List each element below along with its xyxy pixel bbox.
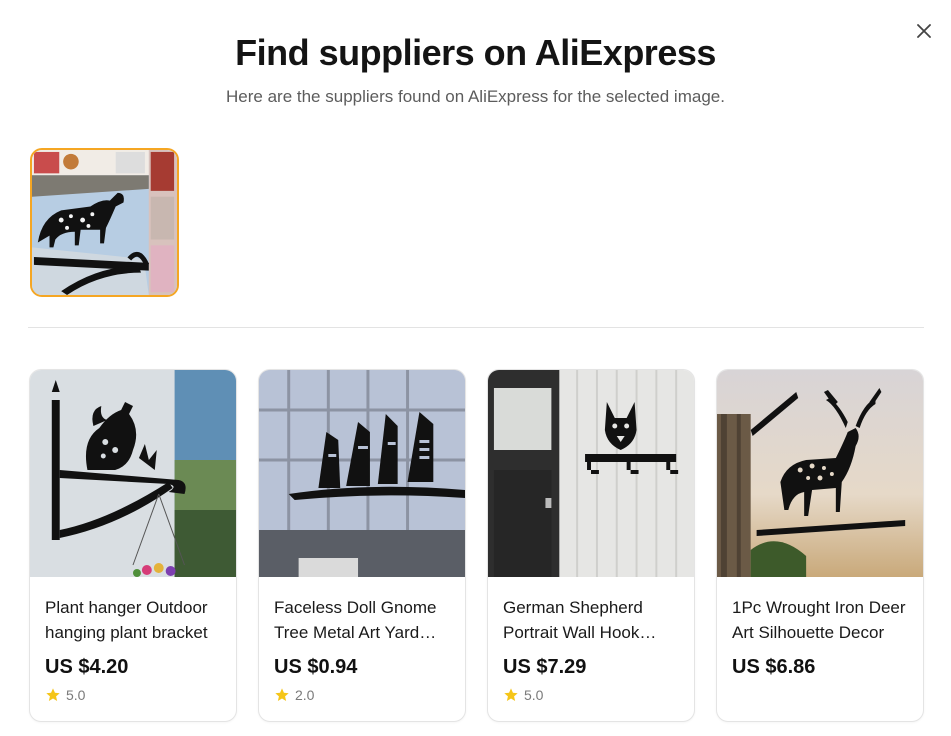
star-icon <box>275 688 289 701</box>
product-card[interactable]: Plant hanger Outdoor hanging plant brack… <box>29 369 237 722</box>
rating-value: 5.0 <box>524 687 544 703</box>
rating-value: 5.0 <box>66 687 86 703</box>
product-price: US $6.86 <box>732 656 816 678</box>
product-list: Plant hanger Outdoor hanging plant brack… <box>29 369 924 722</box>
product-card[interactable]: Faceless Doll Gnome Tree Metal Art Yard … <box>258 369 466 722</box>
product-title[interactable]: Faceless Doll Gnome Tree Metal Art Yard … <box>274 595 450 645</box>
star-icon <box>504 688 518 701</box>
selected-image-thumbnail[interactable] <box>30 148 179 297</box>
product-title[interactable]: 1Pc Wrought Iron Deer Art Silhouette Dec… <box>732 595 908 645</box>
dalmatian-plant-hanger-photo <box>32 150 177 295</box>
dialog-subtitle: Here are the suppliers found on AliExpre… <box>226 87 725 106</box>
dialog-title: Find suppliers on AliExpress <box>235 32 716 73</box>
star-icon <box>46 688 60 701</box>
product-price: US $4.20 <box>45 656 129 678</box>
product-rating: 5.0 <box>45 687 221 703</box>
product-card[interactable]: 1Pc Wrought Iron Deer Art Silhouette Dec… <box>716 369 924 722</box>
product-price: US $7.29 <box>503 656 587 678</box>
product-title[interactable]: German Shepherd Portrait Wall Hook Metal <box>503 595 679 645</box>
gnome-branch-metal-art-photo <box>259 370 465 577</box>
product-title[interactable]: Plant hanger Outdoor hanging plant brack… <box>45 595 221 645</box>
deer-silhouette-photo <box>717 370 923 577</box>
rooster-plant-hanger-photo <box>30 370 236 577</box>
product-card[interactable]: German Shepherd Portrait Wall Hook Metal… <box>487 369 695 722</box>
product-price: US $0.94 <box>274 656 358 678</box>
product-rating: 5.0 <box>503 687 679 703</box>
section-divider <box>28 327 924 328</box>
product-rating: 2.0 <box>274 687 450 703</box>
rating-value: 2.0 <box>295 687 315 703</box>
german-shepherd-wall-hook-photo <box>488 370 694 577</box>
